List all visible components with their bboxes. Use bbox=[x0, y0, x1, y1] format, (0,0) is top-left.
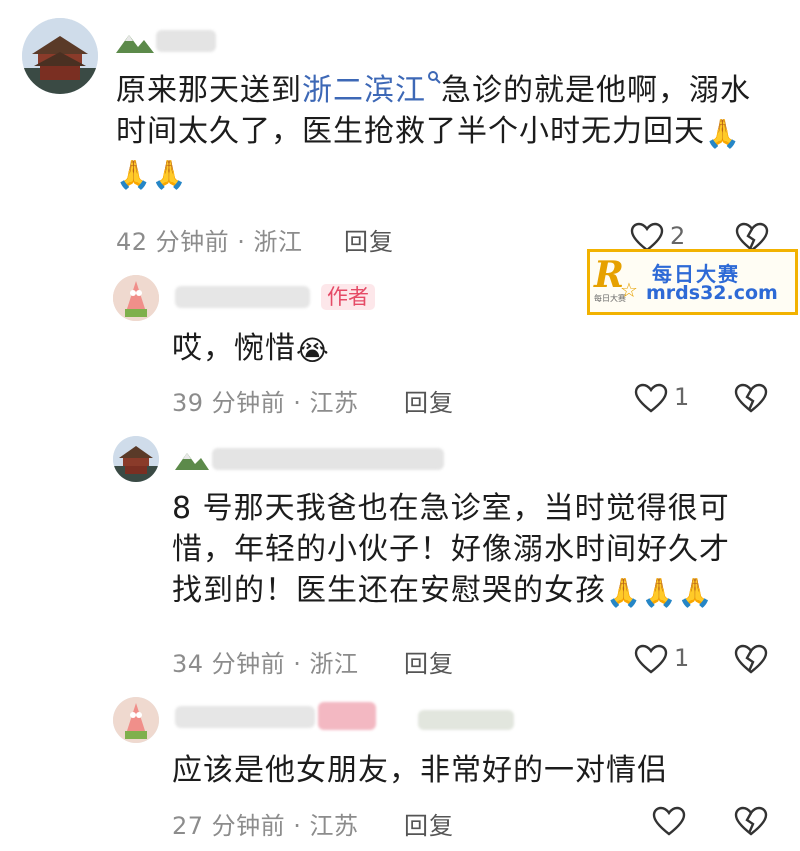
patrick-avatar bbox=[113, 275, 159, 321]
watermark-logo: R 每日大赛 ☆ bbox=[594, 256, 640, 308]
search-icon bbox=[428, 71, 441, 84]
pray-emoji: 🙏 bbox=[705, 117, 741, 150]
watermark: R 每日大赛 ☆ 每日大赛 mrds32.com bbox=[587, 249, 798, 315]
comment-text-line: 时间太久了，医生抢救了半个小时无力回天 bbox=[116, 114, 705, 149]
reply-button[interactable]: 回复 bbox=[404, 806, 454, 841]
like-count: 2 bbox=[670, 222, 686, 250]
comment-text: 哎，惋惜😭 bbox=[172, 331, 330, 367]
pavilion-avatar bbox=[113, 436, 159, 482]
patrick-avatar bbox=[113, 697, 159, 743]
pray-emoji: 🙏 bbox=[116, 158, 152, 191]
comment-text-line: 8 号那天我爸也在急诊室，当时觉得很可 bbox=[172, 491, 730, 526]
broken-heart-icon[interactable] bbox=[734, 806, 768, 836]
heart-outline-icon[interactable] bbox=[634, 383, 668, 413]
mountain-icon bbox=[175, 453, 209, 470]
topic-link[interactable]: 浙二滨江 bbox=[302, 71, 441, 108]
crying-emoji: 😭 bbox=[296, 334, 330, 367]
avatar[interactable] bbox=[113, 436, 159, 482]
pray-emoji: 🙏 bbox=[151, 158, 188, 191]
broken-heart-icon[interactable] bbox=[734, 644, 768, 674]
mountain-icon bbox=[116, 35, 154, 53]
comment-text-part: 急诊的就是他啊，溺水 bbox=[441, 73, 751, 108]
like-count: 1 bbox=[674, 644, 690, 672]
pray-emoji: 🙏 bbox=[677, 576, 714, 609]
broken-heart-icon[interactable] bbox=[734, 383, 768, 413]
broken-heart-icon[interactable] bbox=[735, 222, 769, 252]
comment-time-location: 27 分钟前 · 江苏 bbox=[172, 812, 359, 840]
username-redacted bbox=[212, 448, 444, 470]
username-redacted bbox=[418, 710, 514, 730]
pray-emoji: 🙏 bbox=[641, 576, 678, 609]
pray-emoji: 🙏 bbox=[606, 576, 642, 609]
reply-button[interactable]: 回复 bbox=[344, 222, 394, 257]
comment-text-part: 原来那天送到 bbox=[116, 73, 302, 108]
pavilion-avatar bbox=[22, 18, 98, 94]
comment-text: 应该是他女朋友，非常好的一对情侣 bbox=[172, 753, 668, 788]
avatar[interactable] bbox=[22, 18, 98, 94]
heart-outline-icon[interactable] bbox=[630, 222, 664, 252]
comment-time-location: 42 分钟前 · 浙江 bbox=[116, 228, 303, 256]
watermark-url: mrds32.com bbox=[646, 282, 778, 304]
username-redacted bbox=[175, 706, 315, 728]
like-count: 1 bbox=[674, 383, 690, 411]
avatar[interactable] bbox=[113, 275, 159, 321]
comment-text: 8 号那天我爸也在急诊室，当时觉得很可 惜，年轻的小伙子！好像溺水时间好久才 找… bbox=[172, 488, 772, 611]
author-tag: 作者 bbox=[321, 284, 375, 310]
star-icon: ☆ bbox=[620, 278, 638, 302]
comment-text: 原来那天送到浙二滨江 急诊的就是他啊，溺水 时间太久了，医生抢救了半个小时无力回天… bbox=[116, 70, 776, 193]
heart-outline-icon[interactable] bbox=[652, 806, 686, 836]
comment-time-location: 34 分钟前 · 浙江 bbox=[172, 650, 359, 678]
comment-text-line: 找到的！医生还在安慰哭的女孩 bbox=[172, 573, 606, 608]
reply-button[interactable]: 回复 bbox=[404, 383, 454, 418]
username-redacted bbox=[156, 30, 216, 52]
heart-outline-icon[interactable] bbox=[634, 644, 668, 674]
comment-text-line: 惜，年轻的小伙子！好像溺水时间好久才 bbox=[172, 532, 730, 567]
reply-button[interactable]: 回复 bbox=[404, 644, 454, 679]
username-redacted bbox=[175, 286, 310, 308]
comment-time-location: 39 分钟前 · 江苏 bbox=[172, 389, 359, 417]
avatar[interactable] bbox=[113, 697, 159, 743]
username-redacted bbox=[318, 702, 376, 730]
